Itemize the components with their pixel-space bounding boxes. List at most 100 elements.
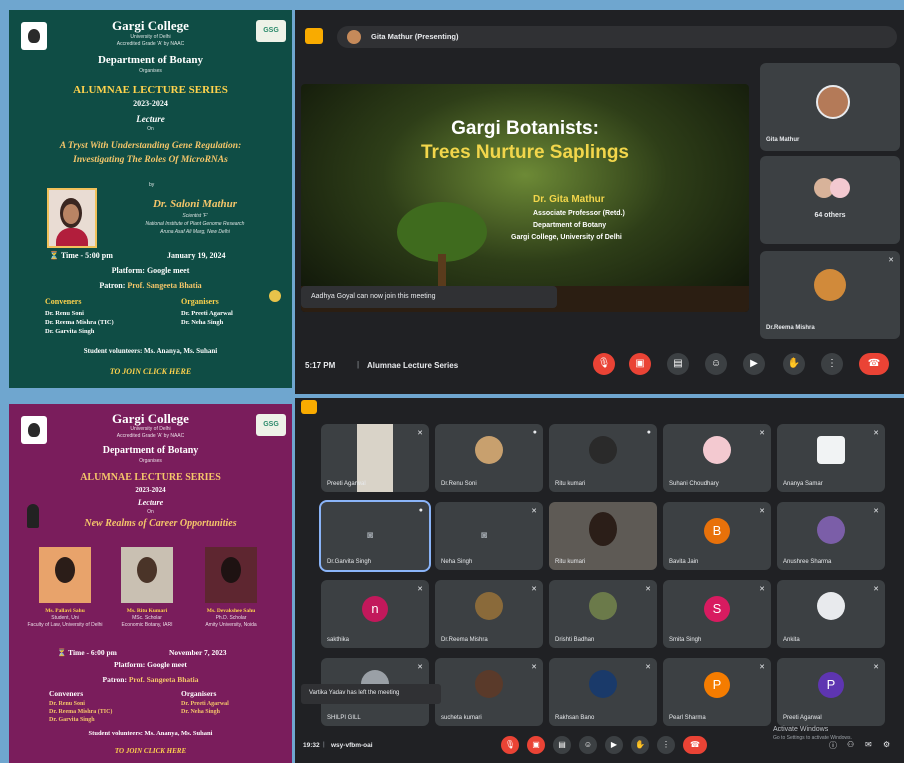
participant-tile[interactable]: ✕ sucheta kumari [435,658,543,726]
speaker-inst: Economic Botany, IARI [121,622,173,628]
emoji-button[interactable]: ☺ [579,736,597,754]
camera-button[interactable]: ▣ [527,736,545,754]
participant-tile[interactable]: Gita Mathur [760,63,900,151]
organiser-item: Dr. Preeti Agarwal [181,310,233,317]
avatar-letter: P [818,672,844,698]
participant-tile[interactable]: S ✕ Smita Singh [663,580,771,648]
captions-button[interactable]: ▤ [553,736,571,754]
participant-name: Pearl Sharma [669,715,706,721]
participant-tile[interactable]: ✕ Rakhsan Bano [549,658,657,726]
more-options-button[interactable]: ⋮ [821,353,843,375]
activities-icon[interactable]: ⚙ [883,740,890,749]
mic-button[interactable]: 🎙 [501,736,519,754]
join-link[interactable]: TO JOIN CLICK HERE [9,367,292,376]
participant-tile[interactable]: ✕ Ananya Samar [777,424,885,492]
people-icon[interactable]: ⚇ [847,740,854,749]
avatar [475,436,503,464]
participant-tile[interactable]: ✕ Preeti Agarwal [321,424,429,492]
speaker-photo [47,188,97,248]
avatar [814,269,846,301]
camera-button[interactable]: ▣ [629,353,651,375]
mic-off-icon: ✕ [531,664,537,671]
participant-tile[interactable]: Ritu kumari [549,502,657,570]
participant-tile[interactable]: ✕ Drishti Badhan [549,580,657,648]
participant-tile[interactable]: ◙ ✕ Neha Singh [435,502,543,570]
participant-tile-active[interactable]: ◙ ● Dr.Garvita Singh [319,500,431,572]
participant-name: Ankita [783,637,800,643]
organiser-item: Dr. Neha Singh [181,709,220,715]
meet-logo-icon [301,400,317,414]
meet-window-grid: ✕ Preeti Agarwal ● Dr.Renu Soni ● Ritu k… [295,398,904,763]
mic-off-icon: ✕ [531,508,537,515]
participant-tile[interactable]: n ✕ sakthika [321,580,429,648]
raise-hand-button[interactable]: ✋ [783,353,805,375]
participant-tile[interactable]: ✕ Dr.Reema Mishra [435,580,543,648]
speaker-photo [205,547,257,603]
convener-item: Dr. Garvita Singh [45,328,95,335]
mic-off-icon: ✕ [873,430,879,437]
participant-tile[interactable]: ✕ Anushree Sharma [777,502,885,570]
mic-button[interactable]: 🎙 [593,353,615,375]
poster-series: ALUMNAE LECTURE SERIES [73,84,228,96]
mic-off-icon: ✕ [417,430,423,437]
participant-name: Suhani Choudhary [669,481,719,487]
present-button[interactable]: ▶ [605,736,623,754]
emoji-button[interactable]: ☺ [705,353,727,375]
convener-item: Dr. Renu Soni [45,310,84,317]
convener-item: Dr. Reema Mishra (TIC) [49,709,113,715]
participant-tile[interactable]: B ✕ Bavita Jain [663,502,771,570]
end-call-button[interactable]: ☎ [859,353,889,375]
poster-platform: Platform: Google meet [111,266,190,275]
avatar [830,178,850,198]
video-feed [589,512,617,546]
speaker-inst: Amity University, Noida [205,622,257,628]
poster-time-text: Time - 6:00 pm [68,648,117,657]
patron-name: Prof. Sangeeta Bhatia [127,281,202,290]
participant-name: Dr.Reema Mishra [441,637,488,643]
convener-item: Dr. Renu Soni [49,701,85,707]
poster-college: Gargi College [112,411,189,426]
left-notification-text: Vartika Yadav has left the meeting [309,690,400,696]
info-icon[interactable]: ⓘ [829,740,837,751]
meeting-code: wsy-vfbm-oai [331,742,373,749]
poster-organises: Organises [139,68,162,74]
participant-tile[interactable]: ✕ Suhani Choudhary [663,424,771,492]
mic-off-icon: ✕ [417,586,423,593]
participant-name: Neha Singh [441,559,473,565]
poster-topic: New Realms of Career Opportunities [84,518,237,529]
speaker-photo [121,547,173,603]
presenting-bar[interactable]: Gita Mathur (Presenting) [337,26,897,48]
poster-on: On [147,509,154,515]
avatar [589,670,617,698]
more-options-button[interactable]: ⋮ [657,736,675,754]
mic-off-icon: ✕ [759,664,765,671]
poster-patron: Patron: Prof. Sangeeta Bhatia [9,281,292,290]
end-call-button[interactable]: ☎ [683,736,707,754]
participant-name: Drishti Badhan [555,637,595,643]
present-button[interactable]: ▶ [743,353,765,375]
participant-tile[interactable]: ✕ Ankita [777,580,885,648]
poster-speaker: Dr. Saloni Mathur [152,198,238,210]
raise-hand-button[interactable]: ✋ [631,736,649,754]
participant-tile[interactable]: ● Dr.Renu Soni [435,424,543,492]
join-link[interactable]: TO JOIN CLICK HERE [9,747,292,755]
participant-name: Ritu kumari [555,559,586,565]
patron-label: Patron: [99,281,126,290]
participant-name: sakthika [327,637,350,643]
participant-tile[interactable]: P ✕ Preeti Agarwal [777,658,885,726]
captions-button[interactable]: ▤ [667,353,689,375]
mic-off-icon: ✕ [873,586,879,593]
poster-college: Gargi College [112,18,189,33]
participant-tile[interactable]: P ✕ Pearl Sharma [663,658,771,726]
patron-label: Patron: [102,675,127,684]
slide-presenter-dept: Department of Botany [533,222,607,229]
meet-logo-icon [305,28,323,44]
others-tile[interactable]: 64 others [760,156,900,244]
conveners-label: Conveners [49,689,84,698]
participant-tile[interactable]: ● Ritu kumari [549,424,657,492]
lecture-poster-career: GSG Gargi College University of Delhi Ac… [9,404,292,763]
chat-icon[interactable]: ✉ [865,740,872,749]
mic-off-icon: ✕ [873,664,879,671]
mic-off-icon: ✕ [873,508,879,515]
participant-tile[interactable]: ✕ Dr.Reema Mishra [760,251,900,339]
